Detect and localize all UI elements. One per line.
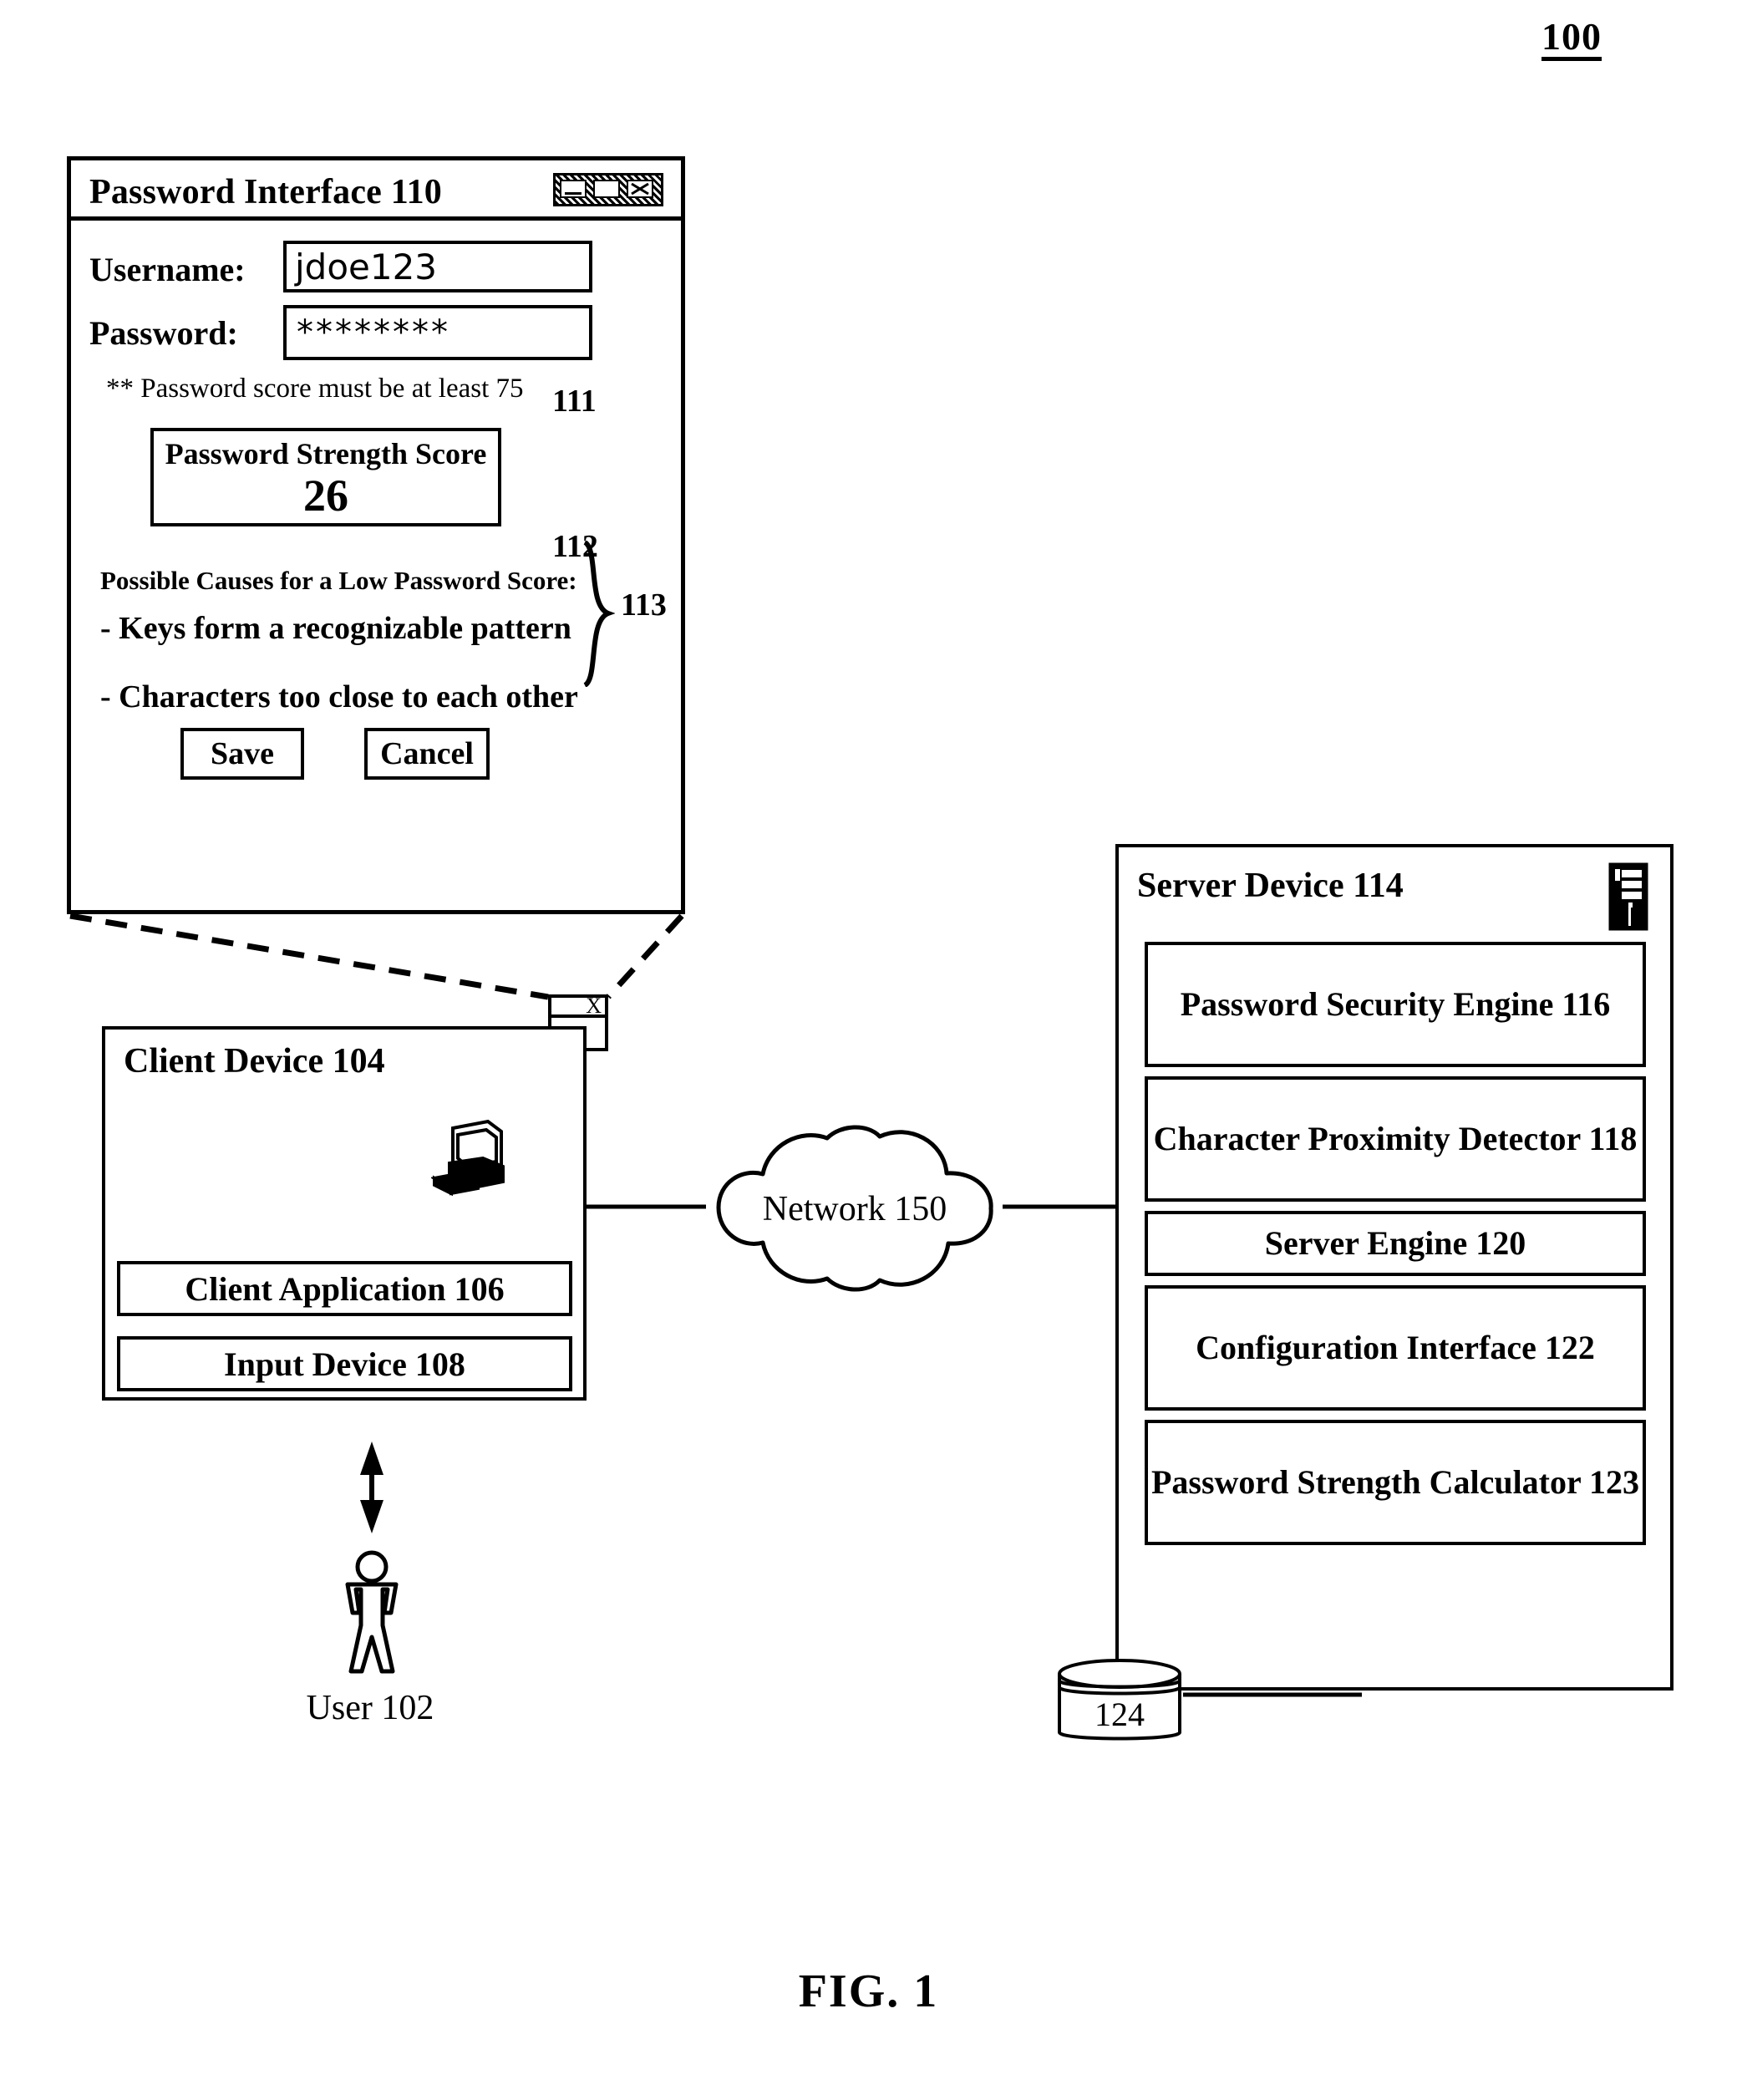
- callout-line-right: [606, 913, 684, 999]
- save-button[interactable]: Save: [180, 728, 304, 780]
- cause-item-0: - Keys form a recognizable pattern: [100, 611, 571, 646]
- password-security-engine-box: Password Security Engine 116: [1145, 942, 1646, 1067]
- password-interface-window[interactable]: Password Interface 110 Username: jdoe123…: [67, 156, 685, 914]
- possible-causes-title: Possible Causes for a Low Password Score…: [100, 566, 577, 595]
- password-input[interactable]: ********: [283, 305, 592, 360]
- maximize-icon[interactable]: [593, 180, 620, 198]
- double-headed-vertical-arrow-icon: [360, 1442, 383, 1533]
- password-label: Password:: [89, 314, 238, 352]
- reference-113: 113: [621, 587, 667, 623]
- database-store: 124: [1054, 1655, 1185, 1747]
- network-cloud: Network 150: [700, 1111, 1009, 1304]
- close-icon[interactable]: [627, 180, 653, 198]
- input-device-box: Input Device 108: [117, 1336, 572, 1391]
- client-device-title: Client Device 104: [124, 1042, 385, 1081]
- mini-window-title-bar: X: [551, 994, 605, 1018]
- network-label: Network 150: [762, 1190, 947, 1228]
- window-controls-group[interactable]: [553, 173, 663, 206]
- minimize-icon[interactable]: [560, 180, 587, 198]
- password-score-hint: ** Password score must be at least 75: [106, 374, 524, 404]
- database-label: 124: [1095, 1696, 1145, 1733]
- score-value: 26: [303, 470, 348, 521]
- configuration-interface-box: Configuration Interface 122: [1145, 1285, 1646, 1411]
- username-input[interactable]: jdoe123: [283, 241, 592, 292]
- window-title: Password Interface 110: [89, 173, 443, 211]
- user-label: User 102: [306, 1689, 434, 1727]
- close-icon[interactable]: X: [586, 994, 602, 1018]
- figure-reference-number: 100: [1541, 15, 1602, 58]
- figure-caption: FIG. 1: [798, 1965, 939, 2017]
- password-strength-score-box: Password Strength Score 26: [150, 428, 501, 526]
- password-strength-calculator-box: Password Strength Calculator 123: [1145, 1420, 1646, 1545]
- score-box-title: Password Strength Score: [165, 437, 487, 470]
- server-device-box: Server Device 114 Password Security Engi…: [1115, 844, 1674, 1691]
- cause-item-1: - Characters too close to each other: [100, 679, 578, 714]
- server-engine-box: Server Engine 120: [1145, 1211, 1646, 1276]
- window-title-bar: Password Interface 110: [71, 160, 681, 221]
- server-tower-icon: [1608, 862, 1648, 931]
- desktop-computer-icon: [431, 1119, 505, 1197]
- server-device-title: Server Device 114: [1137, 867, 1404, 905]
- curly-brace-icon: [582, 541, 615, 687]
- username-label: Username:: [89, 251, 246, 288]
- client-device-box: Client Device 104 Client Application 106…: [102, 1026, 587, 1401]
- client-application-box: Client Application 106: [117, 1261, 572, 1316]
- reference-111: 111: [552, 384, 597, 419]
- cancel-button[interactable]: Cancel: [364, 728, 490, 780]
- character-proximity-detector-box: Character Proximity Detector 118: [1145, 1076, 1646, 1202]
- person-icon: [345, 1550, 399, 1674]
- callout-line-left: [69, 913, 549, 1000]
